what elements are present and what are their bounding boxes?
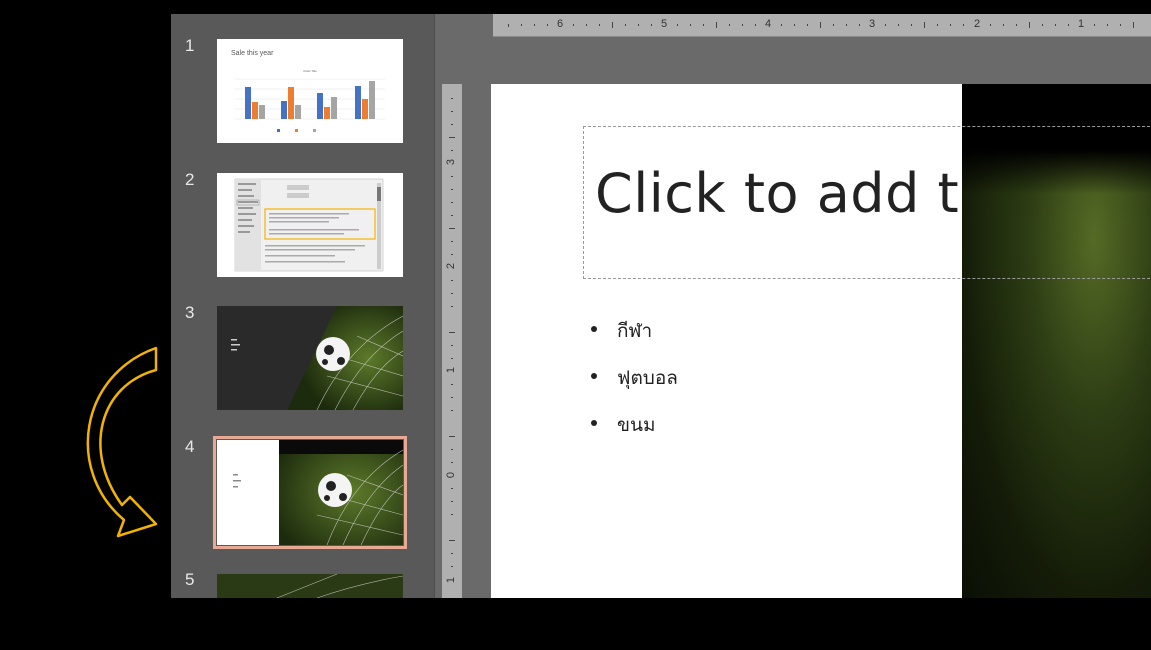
vertical-ruler[interactable]: 3 2 1 0 1 xyxy=(442,84,462,598)
slide-thumbnail-pane[interactable]: 1 Sale this year Chart Title 2 3 4 5 xyxy=(171,14,435,598)
content-placeholder[interactable]: กีฬา ฟุตบอล ขนม xyxy=(591,316,678,457)
slide-thumbnail-1[interactable]: Sale this year Chart Title xyxy=(217,39,403,143)
slide-number: 5 xyxy=(185,570,195,589)
slide-number: 3 xyxy=(185,303,195,322)
bullet-text: ขนม xyxy=(617,414,656,436)
bullet-icon xyxy=(591,326,597,332)
list-item[interactable]: กีฬา xyxy=(591,316,678,363)
bullet-icon xyxy=(591,420,597,426)
bullet-icon xyxy=(591,373,597,379)
title-placeholder[interactable] xyxy=(583,126,1151,279)
slide-thumbnail-2[interactable] xyxy=(217,173,403,277)
slide-number: 1 xyxy=(185,36,195,55)
soccer-photo-graphic xyxy=(233,440,403,545)
list-item[interactable]: ขนม xyxy=(591,410,678,457)
slide-thumbnail-4[interactable] xyxy=(213,436,407,549)
soccer-photo-graphic xyxy=(231,306,403,410)
list-item[interactable]: ฟุตบอล xyxy=(591,363,678,410)
slide-thumbnail-3[interactable] xyxy=(217,306,403,410)
slide-canvas[interactable]: Click to add tit กีฬา ฟุตบอล ขนม xyxy=(491,84,1151,598)
horizontal-ruler[interactable]: 6 5 4 3 2 1 xyxy=(493,14,1151,37)
chart-graphic xyxy=(235,78,385,132)
powerpoint-window: 1 Sale this year Chart Title 2 3 4 5 6 5… xyxy=(171,14,1151,598)
soccer-photo-graphic xyxy=(217,574,403,598)
slide-thumbnail-5[interactable] xyxy=(217,574,403,598)
bullet-text: ฟุตบอล xyxy=(617,367,678,389)
slide-number: 4 xyxy=(185,437,195,456)
bullet-text: กีฬา xyxy=(617,320,653,342)
options-dialog-graphic xyxy=(234,178,384,272)
ruler-ticks xyxy=(449,98,455,567)
curved-arrow-icon xyxy=(86,346,158,538)
slide-number: 2 xyxy=(185,170,195,189)
ruler-ticks xyxy=(508,22,1134,28)
